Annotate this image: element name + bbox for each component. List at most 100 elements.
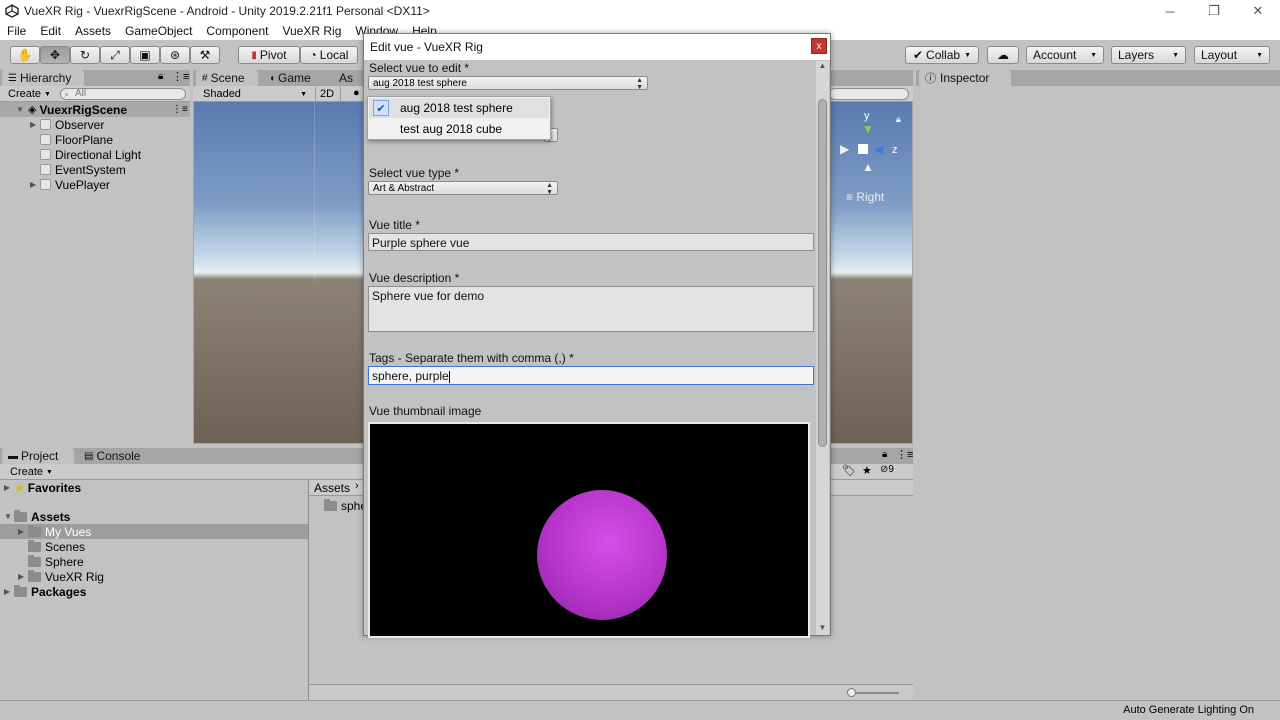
collapsed-triangle-icon[interactable]: ▶: [4, 483, 14, 492]
vue-type-dropdown[interactable]: Art & Abstract ▲ ▼: [368, 181, 558, 196]
create-label: Create: [8, 88, 42, 100]
tab-scene[interactable]: # Scene: [196, 70, 258, 86]
gizmo-y-arrow-icon[interactable]: ▼: [862, 122, 874, 136]
hierarchy-item-vueplayer[interactable]: ▶ VuePlayer: [30, 177, 110, 192]
vue-description-textarea[interactable]: Sphere vue for demo: [368, 286, 814, 332]
tab-project[interactable]: ▬ Project: [2, 448, 74, 464]
star-filter-icon[interactable]: ★: [862, 464, 872, 477]
menu-item-test-aug-2018-cube[interactable]: test aug 2018 cube: [369, 119, 549, 139]
tab-console[interactable]: ▤ Console: [78, 448, 150, 464]
menu-assets[interactable]: Assets: [68, 24, 118, 38]
hand-tool-button[interactable]: ✋: [10, 46, 40, 64]
shading-dropdown[interactable]: Shaded ▼: [199, 87, 309, 101]
hierarchy-item-floorplane[interactable]: FloorPlane: [40, 132, 113, 147]
scroll-up-icon[interactable]: ▲: [816, 61, 829, 73]
gizmo-down-arrow-icon[interactable]: ▲: [862, 160, 874, 174]
menu-file[interactable]: File: [0, 24, 33, 38]
collapsed-triangle-icon[interactable]: ▶: [18, 572, 28, 581]
gizmo-center-icon[interactable]: [858, 144, 868, 154]
light-bulb-icon[interactable]: ●: [353, 87, 360, 99]
lock-icon[interactable]: 🔒︎: [158, 71, 163, 82]
purple-sphere: [537, 490, 667, 620]
minimize-button[interactable]: ─: [1148, 0, 1192, 22]
menu-edit[interactable]: Edit: [33, 24, 68, 38]
label-filter-icon[interactable]: 🏷︎: [842, 464, 856, 477]
vue-thumbnail-image[interactable]: [368, 422, 810, 638]
pivot-toggle[interactable]: ▮ Pivot: [238, 46, 300, 64]
local-toggle[interactable]: ◔ Local: [300, 46, 358, 64]
scrollbar-thumb[interactable]: [818, 99, 827, 447]
cloud-button[interactable]: ☁: [987, 46, 1019, 64]
2d-toggle[interactable]: 2D: [315, 87, 341, 101]
collapsed-triangle-icon[interactable]: ▶: [4, 587, 14, 596]
scene-search-input[interactable]: [829, 88, 909, 100]
scroll-down-icon[interactable]: ▼: [816, 623, 829, 635]
menu-component[interactable]: Component: [199, 24, 275, 38]
maximize-button[interactable]: ❐: [1192, 0, 1236, 22]
text-cursor: [448, 370, 450, 383]
hierarchy-search-input[interactable]: ⌕ All: [60, 88, 186, 100]
hierarchy-item-observer[interactable]: ▶ Observer: [30, 117, 104, 132]
asset-file-sphere[interactable]: sphe: [324, 498, 367, 513]
layout-dropdown[interactable]: Layout ▼: [1194, 46, 1270, 64]
asset-folder-scenes[interactable]: Scenes: [28, 539, 85, 554]
menu-gameobject[interactable]: GameObject: [118, 24, 199, 38]
account-dropdown[interactable]: Account ▼: [1026, 46, 1104, 64]
select-vue-dropdown[interactable]: aug 2018 test sphere ▲ ▼: [368, 76, 648, 91]
asset-folder-my-vues[interactable]: ▶ My Vues: [0, 524, 308, 539]
hierarchy-item-eventsystem[interactable]: EventSystem: [40, 162, 126, 177]
tab-game[interactable]: ◖ Game: [263, 70, 327, 86]
gizmo-lock-icon[interactable]: 🔒︎: [896, 114, 901, 125]
asset-tab-label: As: [339, 71, 354, 85]
breadcrumb-assets[interactable]: Assets: [314, 481, 350, 495]
vue-title-input[interactable]: Purple sphere vue: [368, 233, 814, 251]
assets-root-row[interactable]: ▼ Assets: [4, 509, 70, 524]
tab-hierarchy[interactable]: ☰ Hierarchy: [2, 70, 84, 86]
menu-vuexr-rig[interactable]: VueXR Rig: [275, 24, 348, 38]
slider-handle[interactable]: [847, 688, 856, 697]
star-icon: ★: [14, 480, 25, 495]
favorites-label: Favorites: [27, 480, 82, 495]
tags-input[interactable]: sphere, purple: [368, 366, 814, 385]
rotate-tool-button[interactable]: ↻: [70, 46, 100, 64]
transform-tool-button[interactable]: ⊛: [160, 46, 190, 64]
folder-tab-icon: ▬: [8, 450, 18, 462]
favorites-row[interactable]: ▶ ★ Favorites: [4, 480, 81, 495]
layers-dropdown[interactable]: Layers ▼: [1111, 46, 1186, 64]
collapsed-triangle-icon[interactable]: ▶: [18, 527, 28, 536]
hidden-packages-icon[interactable]: ⊘9: [880, 464, 894, 475]
gizmo-view-label[interactable]: ≡ Right: [846, 190, 884, 204]
project-splitter[interactable]: [308, 480, 309, 700]
asset-folder-vuexr-rig[interactable]: ▶ VueXR Rig: [18, 569, 104, 584]
move-icon: ✥: [49, 48, 61, 62]
tab-inspector[interactable]: ⓘ Inspector: [919, 70, 1011, 86]
gizmo-x-arrow-icon[interactable]: ▶: [840, 142, 849, 156]
tab-asset-store[interactable]: As: [333, 70, 363, 86]
close-window-button[interactable]: ✕: [1236, 0, 1280, 22]
collapsed-triangle-icon[interactable]: ▶: [30, 120, 40, 129]
project-create-dropdown[interactable]: Create ▼: [6, 465, 57, 479]
dialog-close-button[interactable]: x: [811, 38, 827, 54]
dialog-scrollbar[interactable]: ▲ ▼: [816, 61, 829, 635]
gizmo-z-arrow-icon[interactable]: ◀: [874, 142, 883, 156]
collapsed-triangle-icon[interactable]: ▶: [30, 180, 40, 189]
custom-tool-button[interactable]: ⚒: [190, 46, 220, 64]
packages-row[interactable]: ▶ Packages: [4, 584, 86, 599]
collab-dropdown[interactable]: ✔ Collab ▼: [905, 46, 979, 64]
scene-root-row[interactable]: ▼ ◈ VuexrRigScene ⋮≡: [0, 102, 190, 117]
menu-item-aug-2018-test-sphere[interactable]: ✔ aug 2018 test sphere: [369, 98, 549, 118]
asset-folder-sphere[interactable]: Sphere: [28, 554, 84, 569]
icon-size-slider[interactable]: [849, 692, 899, 694]
panel-menu-icon[interactable]: ⋮≡: [172, 70, 189, 83]
lock-icon[interactable]: 🔒︎: [882, 449, 887, 460]
panel-menu-icon[interactable]: ⋮≡: [896, 448, 913, 461]
hierarchy-item-directional-light[interactable]: Directional Light: [40, 147, 141, 162]
rect-tool-button[interactable]: ▣: [130, 46, 160, 64]
scene-menu-icon[interactable]: ⋮≡: [172, 104, 188, 115]
expand-triangle-icon[interactable]: ▼: [4, 512, 14, 521]
expand-triangle-icon[interactable]: ▼: [16, 105, 26, 114]
hierarchy-create-dropdown[interactable]: Create ▼: [4, 87, 55, 101]
orientation-gizmo[interactable]: 🔒︎ y ▼ ▶ ◀ z ▲ ≡ Right: [834, 108, 910, 204]
scale-tool-button[interactable]: ⤢: [100, 46, 130, 64]
move-tool-button[interactable]: ✥: [40, 46, 70, 64]
